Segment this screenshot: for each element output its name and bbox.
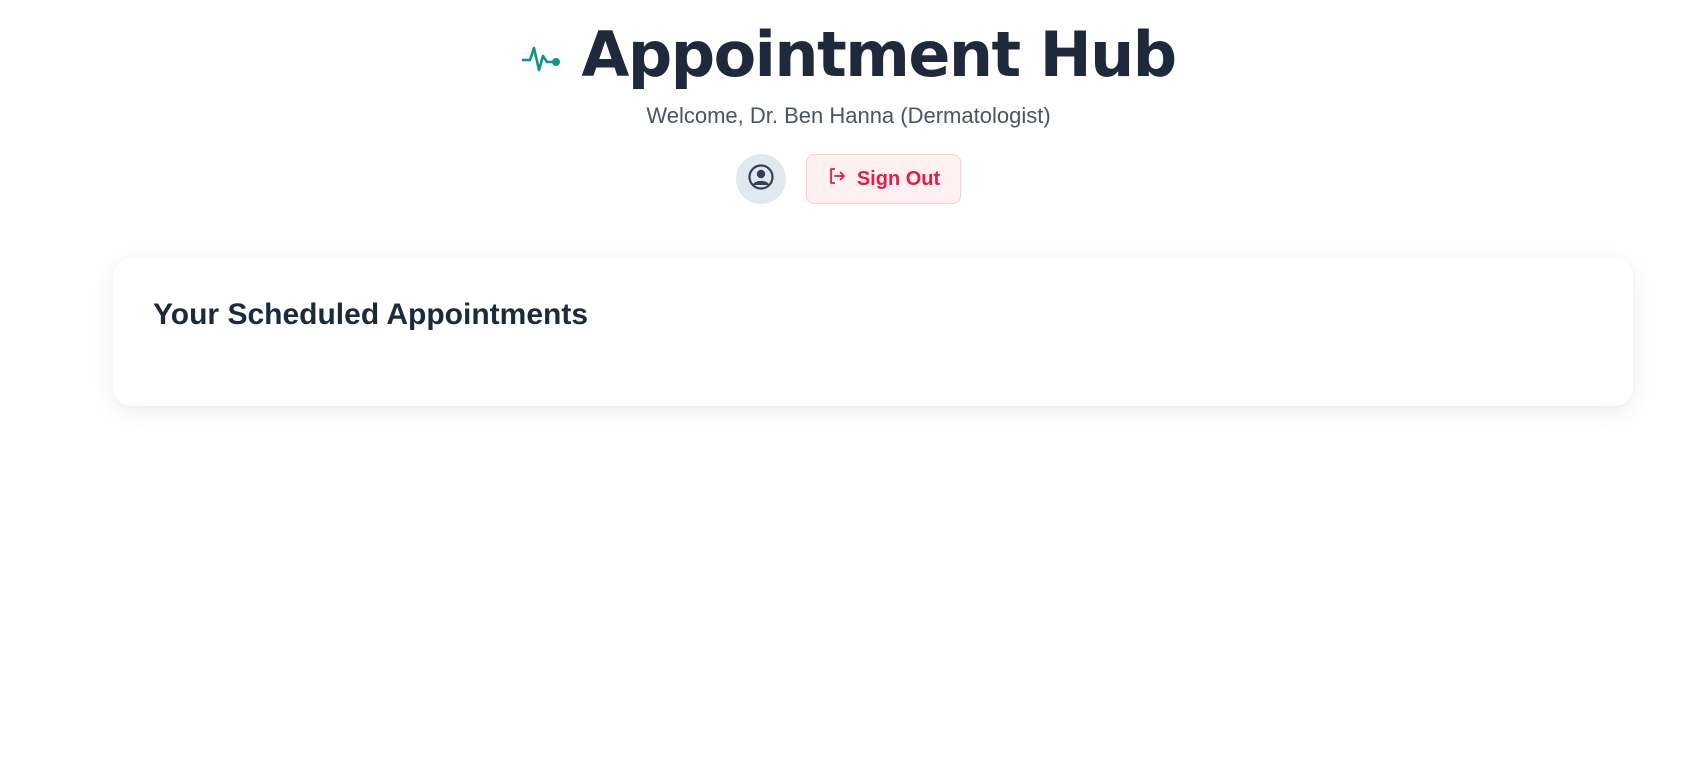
profile-button[interactable] (735, 154, 786, 204)
appointments-heading: Your Scheduled Appointments (153, 298, 589, 331)
title-row: Appointment Hub (0, 20, 1697, 90)
appointments-card: Your Scheduled Appointments (113, 258, 1633, 406)
app-title: Appointment Hub (581, 18, 1177, 91)
sign-out-label: Sign Out (856, 167, 941, 190)
welcome-message: Welcome, Dr. Ben Hanna (Dermatologist) (646, 103, 1051, 128)
user-circle-icon (747, 163, 775, 196)
header-actions: Sign Out (0, 154, 1697, 204)
heartbeat-pulse-icon (521, 36, 563, 78)
logout-icon (827, 166, 847, 192)
sign-out-button[interactable]: Sign Out (805, 154, 962, 204)
